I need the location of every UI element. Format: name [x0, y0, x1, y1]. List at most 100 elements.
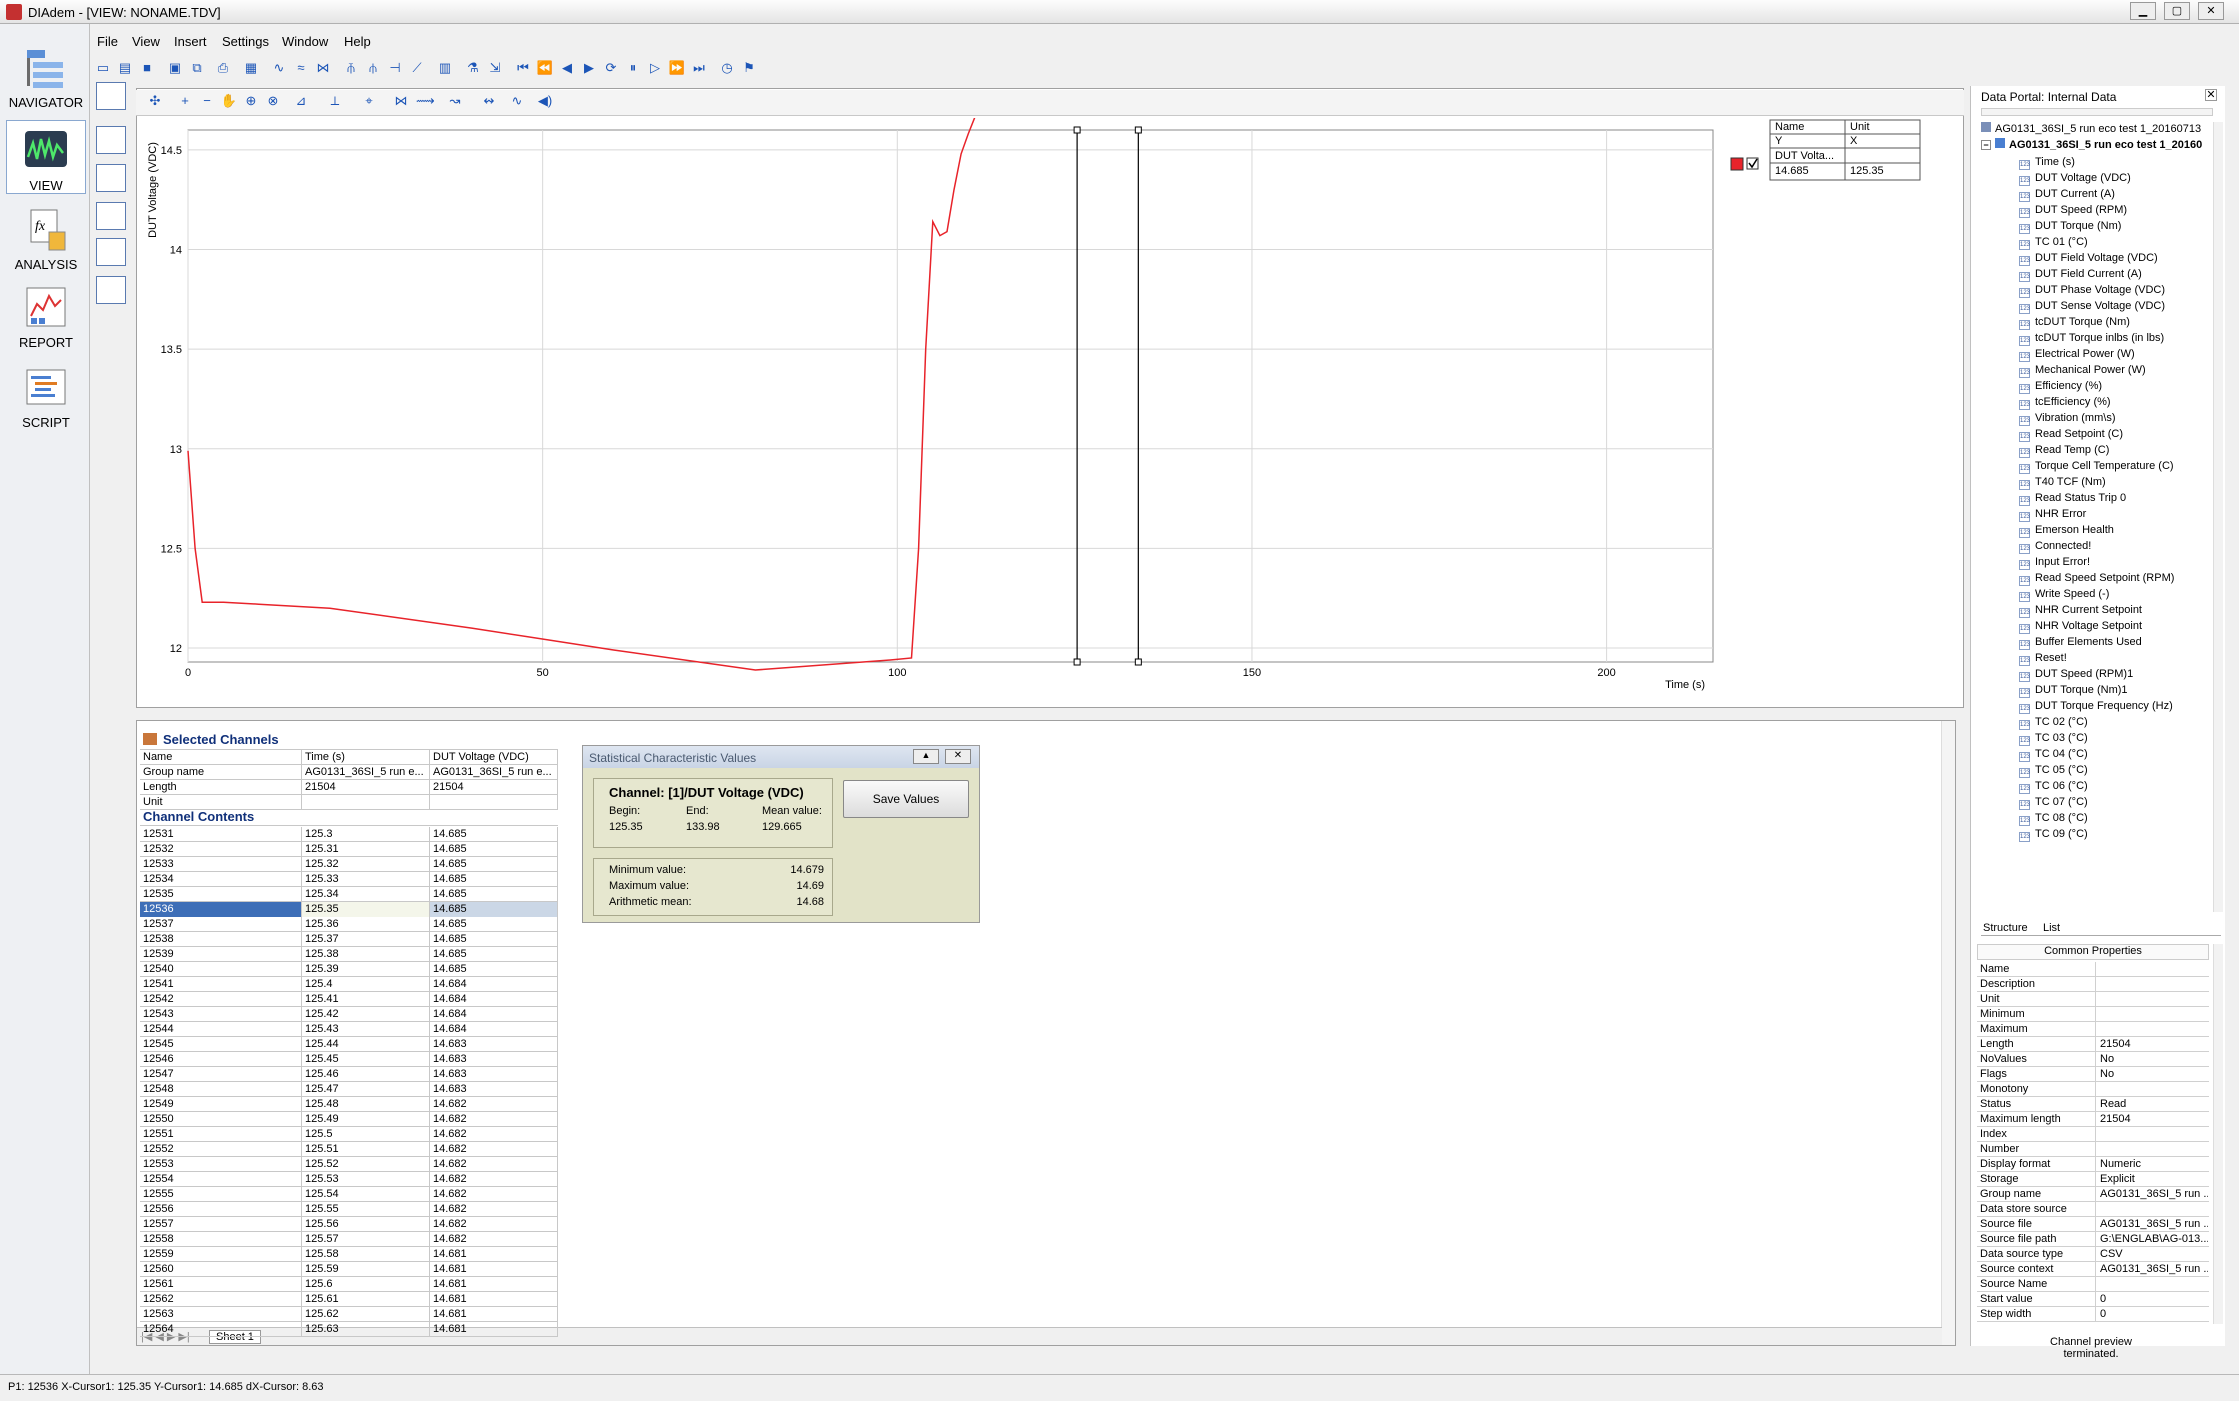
- last-icon[interactable]: ⏭: [690, 59, 708, 77]
- table-cell[interactable]: 12533: [140, 857, 302, 872]
- axis-icon[interactable]: ⊿: [292, 92, 310, 110]
- table-row[interactable]: 12531 125.3 14.685: [140, 827, 558, 842]
- layout-grid-icon[interactable]: [96, 82, 126, 110]
- props-cell[interactable]: Name: [140, 750, 302, 765]
- channel-tree-item[interactable]: 123 DUT Field Current (A): [2019, 268, 2142, 284]
- channel-tree-item[interactable]: 123 NHR Voltage Setpoint: [2019, 620, 2142, 636]
- channel-tree-item[interactable]: 123 Torque Cell Temperature (C): [2019, 460, 2174, 476]
- prop-row[interactable]: Source context AG0131_36SI_5 run ...: [1977, 1262, 2209, 1277]
- table-row[interactable]: 12542 125.41 14.684: [140, 992, 558, 1007]
- table-cell[interactable]: 14.681: [430, 1307, 558, 1322]
- table-cell[interactable]: 12553: [140, 1157, 302, 1172]
- table-cell[interactable]: 12554: [140, 1172, 302, 1187]
- menu-file[interactable]: File: [97, 34, 118, 49]
- cursor-mode-2-icon[interactable]: ⫛: [364, 59, 382, 77]
- cursor-mode-4-icon[interactable]: ⟋: [408, 59, 426, 77]
- table-cell[interactable]: 125.63: [302, 1322, 430, 1337]
- nav-script[interactable]: SCRIPT: [6, 358, 86, 432]
- table-cell[interactable]: 12535: [140, 887, 302, 902]
- rewind-icon[interactable]: ⏪: [536, 59, 554, 77]
- channel-tree-item[interactable]: 123 DUT Phase Voltage (VDC): [2019, 284, 2165, 300]
- cursor-handle[interactable]: [1134, 658, 1142, 666]
- table-row[interactable]: 12564 125.63 14.681: [140, 1322, 558, 1337]
- table-cell[interactable]: 125.33: [302, 872, 430, 887]
- table-row[interactable]: 12550 125.49 14.682: [140, 1112, 558, 1127]
- portal-group-node[interactable]: − AG0131_36SI_5 run eco test 1_20160: [1981, 138, 2213, 154]
- close-dialog-icon[interactable]: ✕: [945, 749, 971, 764]
- table-cell[interactable]: 14.685: [430, 857, 558, 872]
- new-file-icon[interactable]: ▭: [94, 59, 112, 77]
- table-row[interactable]: 12540 125.39 14.685: [140, 962, 558, 977]
- table-cell[interactable]: 125.34: [302, 887, 430, 902]
- menu-view[interactable]: View: [132, 34, 160, 49]
- channel-tree-item[interactable]: 123 DUT Torque (Nm)1: [2019, 684, 2128, 700]
- table-cell[interactable]: 125.57: [302, 1232, 430, 1247]
- pan-icon[interactable]: ✋: [220, 92, 238, 110]
- table-cell[interactable]: 14.685: [430, 917, 558, 932]
- prop-row[interactable]: Number: [1977, 1142, 2209, 1157]
- table-cell[interactable]: 125.58: [302, 1247, 430, 1262]
- table-cell[interactable]: 125.48: [302, 1097, 430, 1112]
- table-cell[interactable]: 12557: [140, 1217, 302, 1232]
- table-cell[interactable]: 12547: [140, 1067, 302, 1082]
- channel-tree-item[interactable]: 123 Electrical Power (W): [2019, 348, 2135, 364]
- table-row[interactable]: 12549 125.48 14.682: [140, 1097, 558, 1112]
- prop-row[interactable]: Start value 0: [1977, 1292, 2209, 1307]
- axis-scale-icon[interactable]: ⟂: [326, 92, 344, 110]
- table-row[interactable]: 12538 125.37 14.685: [140, 932, 558, 947]
- table-cell[interactable]: 14.685: [430, 932, 558, 947]
- prop-row[interactable]: Length 21504: [1977, 1037, 2209, 1052]
- cursor-add-icon[interactable]: ⌖: [360, 92, 378, 110]
- prop-row[interactable]: Unit: [1977, 992, 2209, 1007]
- portal-close-icon[interactable]: ✕: [2205, 89, 2217, 101]
- print-icon[interactable]: ⎙: [214, 59, 232, 77]
- channel-tree-item[interactable]: 123 Time (s): [2019, 156, 2075, 172]
- props-cell[interactable]: AG0131_36SI_5 run e...: [302, 765, 430, 780]
- table-cell[interactable]: 125.37: [302, 932, 430, 947]
- table-cell[interactable]: 14.685: [430, 962, 558, 977]
- prop-row[interactable]: Flags No: [1977, 1067, 2209, 1082]
- table-cell[interactable]: 14.681: [430, 1322, 558, 1337]
- prop-row[interactable]: Minimum: [1977, 1007, 2209, 1022]
- table-cell[interactable]: 12537: [140, 917, 302, 932]
- channel-tree-item[interactable]: 123 NHR Current Setpoint: [2019, 604, 2142, 620]
- cursor-handle[interactable]: [1073, 126, 1081, 134]
- channel-tree-item[interactable]: 123 TC 06 (°C): [2019, 780, 2088, 796]
- table-cell[interactable]: 12559: [140, 1247, 302, 1262]
- layout-settings-icon[interactable]: [96, 276, 126, 304]
- channel-tree-item[interactable]: 123 TC 02 (°C): [2019, 716, 2088, 732]
- channel-tree-item[interactable]: 123 TC 01 (°C): [2019, 236, 2088, 252]
- tab-list[interactable]: List: [2043, 922, 2060, 934]
- table-cell[interactable]: 14.681: [430, 1247, 558, 1262]
- table-cell[interactable]: 12551: [140, 1127, 302, 1142]
- channel-tree-item[interactable]: 123 tcDUT Torque (Nm): [2019, 316, 2130, 332]
- table-cell[interactable]: 14.682: [430, 1157, 558, 1172]
- prop-row[interactable]: Data source type CSV: [1977, 1247, 2209, 1262]
- table-cell[interactable]: 12564: [140, 1322, 302, 1337]
- table-cell[interactable]: 125.41: [302, 992, 430, 1007]
- prop-row[interactable]: Step width 0: [1977, 1307, 2209, 1322]
- channel-tree-item[interactable]: 123 Write Speed (-): [2019, 588, 2109, 604]
- table-cell[interactable]: 14.685: [430, 872, 558, 887]
- table-cell[interactable]: 14.682: [430, 1187, 558, 1202]
- table-cell[interactable]: 125.51: [302, 1142, 430, 1157]
- prop-row[interactable]: Source file path G:\ENGLAB\AG-013...: [1977, 1232, 2209, 1247]
- channel-tree-item[interactable]: 123 TC 03 (°C): [2019, 732, 2088, 748]
- table-cell[interactable]: 14.682: [430, 1202, 558, 1217]
- table-cell[interactable]: 125.39: [302, 962, 430, 977]
- table-cell[interactable]: 12543: [140, 1007, 302, 1022]
- table-cell[interactable]: 12539: [140, 947, 302, 962]
- table-cell[interactable]: 125.38: [302, 947, 430, 962]
- prop-row[interactable]: Maximum length 21504: [1977, 1112, 2209, 1127]
- export-icon[interactable]: ⇲: [486, 59, 504, 77]
- step-back-icon[interactable]: ◀: [558, 59, 576, 77]
- prop-row[interactable]: Data store source: [1977, 1202, 2209, 1217]
- layout-triple-icon[interactable]: [96, 202, 126, 230]
- table-cell[interactable]: 14.685: [430, 947, 558, 962]
- channel-tree-item[interactable]: 123 Input Error!: [2019, 556, 2090, 572]
- table-row[interactable]: 12536 125.35 14.685: [140, 902, 558, 917]
- table-cell[interactable]: 12536: [140, 902, 302, 917]
- nav-view[interactable]: VIEW: [6, 120, 86, 194]
- prop-row[interactable]: Maximum: [1977, 1022, 2209, 1037]
- table-row[interactable]: 12545 125.44 14.683: [140, 1037, 558, 1052]
